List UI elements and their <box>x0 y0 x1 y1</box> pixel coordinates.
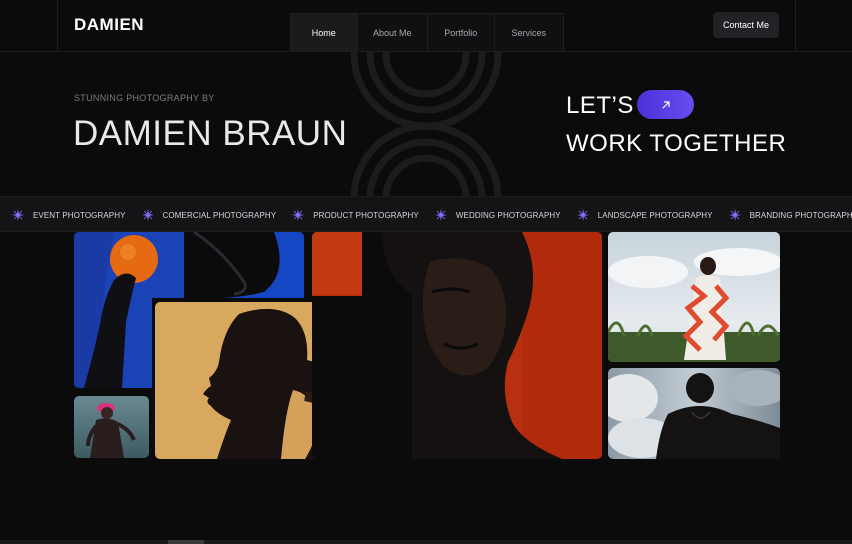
cta-line-1: LET’S <box>566 92 634 119</box>
sparkle-icon <box>12 209 24 221</box>
nav-item-home[interactable]: Home <box>291 14 358 51</box>
arrow-up-right-icon <box>661 100 670 109</box>
ticker-item-label: EVENT PHOTOGRAPHY <box>33 210 126 220</box>
cta-line-2: WORK TOGETHER <box>566 130 787 157</box>
ticker-item: PRODUCT PHOTOGRAPHY <box>292 209 419 221</box>
man-red-background-photo[interactable] <box>312 232 602 459</box>
ticker-item: BRANDING PHOTOGRAPHY <box>728 209 852 221</box>
ticker-track: EVENT PHOTOGRAPHY COMERCIAL PHOTOGRAPHY PR… <box>12 197 852 231</box>
site-header: DAMIEN Home About Me Portfolio Services … <box>0 0 852 52</box>
ticker-item-label: BRANDING PHOTOGRAPHY <box>749 210 852 220</box>
hero-section: STUNNING PHOTOGRAPHY BY DAMIEN BRAUN LET… <box>0 52 852 196</box>
ticker-item-label: PRODUCT PHOTOGRAPHY <box>313 210 419 220</box>
sparkle-icon <box>292 209 305 221</box>
services-ticker: EVENT PHOTOGRAPHY COMERCIAL PHOTOGRAPHY PR… <box>0 196 852 232</box>
sparkle-icon <box>141 209 154 221</box>
sparkle-icon <box>728 209 741 221</box>
photo-gallery <box>0 232 852 472</box>
hero-subtitle: STUNNING PHOTOGRAPHY BY <box>74 93 215 103</box>
contact-me-button[interactable]: Contact Me <box>713 12 779 38</box>
concentric-rings-decoration <box>350 52 502 196</box>
ticker-item-label: WEDDING PHOTOGRAPHY <box>455 210 561 220</box>
main-nav: Home About Me Portfolio Services <box>290 13 564 51</box>
horizontal-scrollbar[interactable] <box>0 540 852 544</box>
ticker-item-label: LANDSCAPE PHOTOGRAPHY <box>597 210 713 220</box>
nav-item-about-me[interactable]: About Me <box>358 14 428 51</box>
ticker-item: COMERCIAL PHOTOGRAPHY <box>141 209 277 221</box>
header-divider <box>795 0 796 52</box>
nav-item-services[interactable]: Services <box>495 14 563 51</box>
man-sky-photo[interactable] <box>608 368 780 459</box>
work-together-button[interactable] <box>637 90 694 119</box>
scrollbar-thumb[interactable] <box>168 540 204 544</box>
ticker-item: EVENT PHOTOGRAPHY <box>12 209 126 221</box>
woman-pink-headwrap-photo[interactable] <box>74 396 149 458</box>
site-logo[interactable]: DAMIEN <box>74 15 144 35</box>
nav-item-portfolio[interactable]: Portfolio <box>428 14 495 51</box>
ticker-item: LANDSCAPE PHOTOGRAPHY <box>576 209 713 221</box>
sparkle-icon <box>434 209 447 221</box>
woman-cornfield-photo[interactable] <box>608 232 780 362</box>
ticker-item-label: COMERCIAL PHOTOGRAPHY <box>162 210 277 220</box>
header-divider <box>57 0 58 52</box>
hero-title: DAMIEN BRAUN <box>73 114 348 153</box>
ticker-item: WEDDING PHOTOGRAPHY <box>434 209 561 221</box>
sparkle-icon <box>576 209 589 221</box>
